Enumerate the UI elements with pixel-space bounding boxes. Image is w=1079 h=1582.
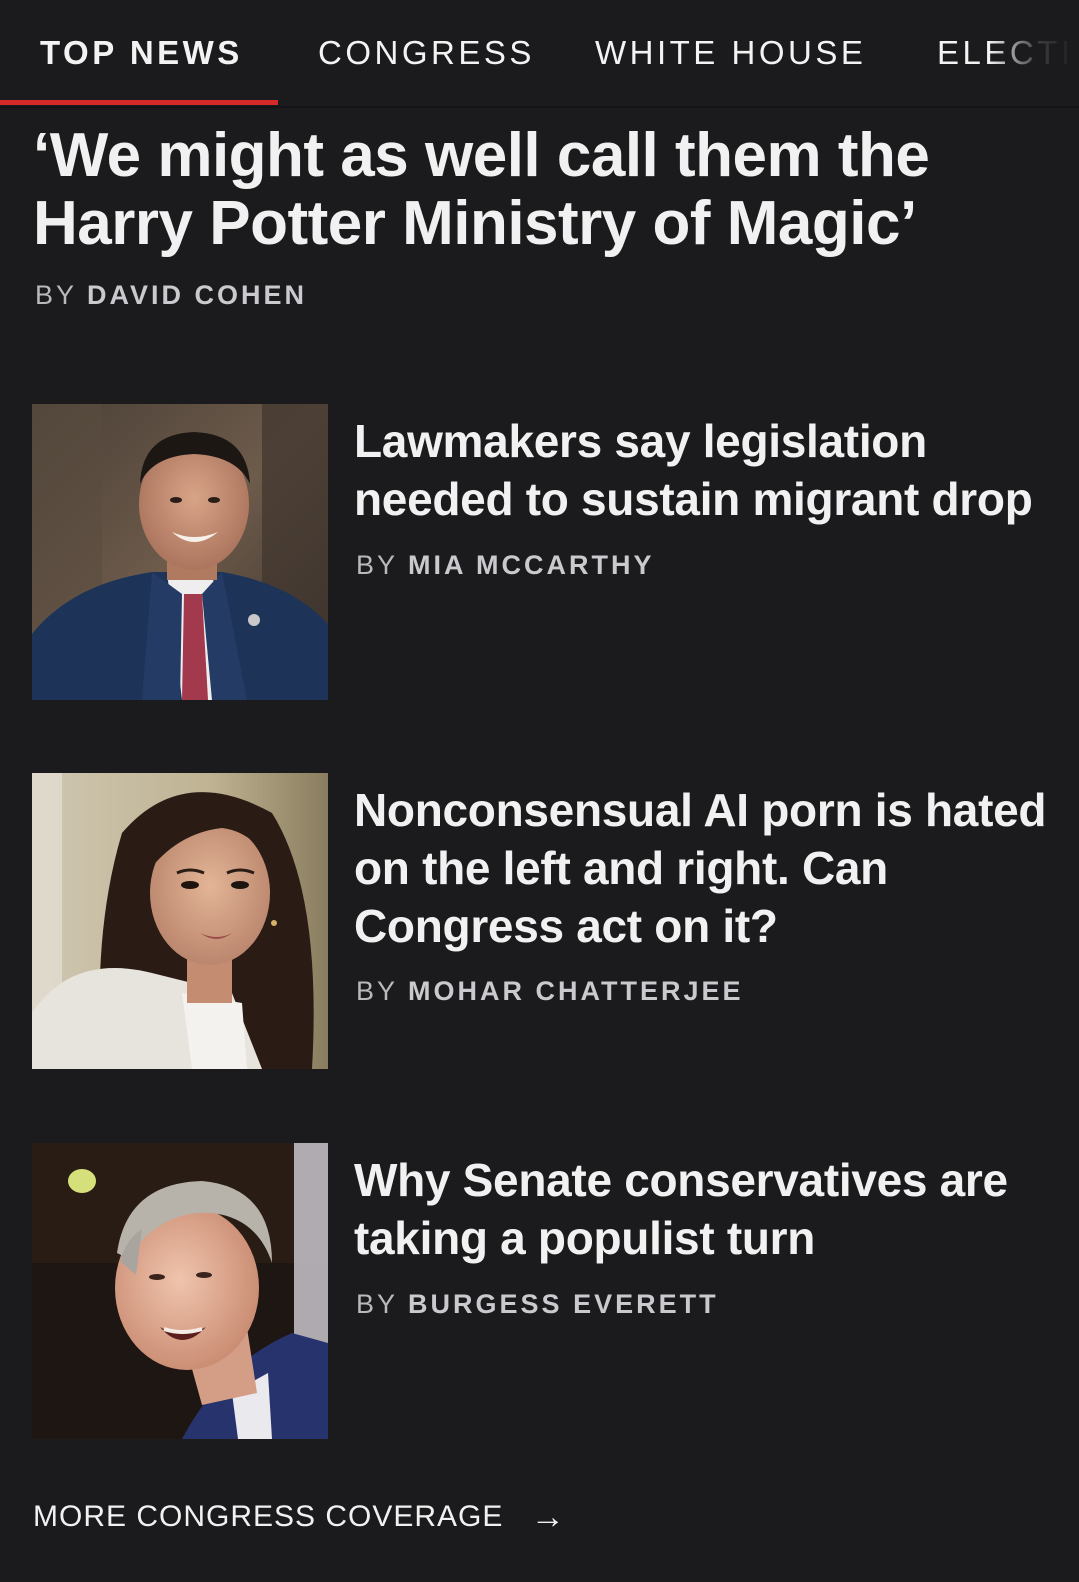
more-congress-coverage-link[interactable]: MORE CONGRESS COVERAGE → xyxy=(33,1498,566,1537)
story-thumbnail[interactable] xyxy=(32,1143,328,1439)
more-link-label: MORE CONGRESS COVERAGE xyxy=(33,1500,504,1533)
story-headline[interactable]: Nonconsensual AI porn is hated on the le… xyxy=(354,781,1054,955)
lead-headline-line1: ‘We might as well call them the xyxy=(33,121,930,190)
story-headline[interactable]: Lawmakers say legislation needed to sust… xyxy=(354,412,1054,528)
story-byline: BY MOHAR CHATTERJEE xyxy=(356,976,744,1007)
man-in-suit-photo xyxy=(32,404,328,700)
story-byline: BY MIA MCCARTHY xyxy=(356,550,655,581)
byline-prefix: BY xyxy=(356,550,398,580)
story-item: Nonconsensual AI porn is hated on the le… xyxy=(32,773,1052,1069)
lead-story-byline: BY DAVID COHEN xyxy=(35,280,307,311)
section-tab-bar: TOP NEWS CONGRESS WHITE HOUSE ELECTI xyxy=(0,0,1079,108)
byline-author[interactable]: MOHAR CHATTERJEE xyxy=(408,976,744,1006)
byline-prefix: BY xyxy=(35,280,77,310)
woman-portrait-photo xyxy=(32,773,328,1069)
active-tab-indicator xyxy=(0,100,278,105)
tab-congress[interactable]: CONGRESS xyxy=(318,34,535,72)
byline-author[interactable]: MIA MCCARTHY xyxy=(408,550,654,580)
news-page: TOP NEWS CONGRESS WHITE HOUSE ELECTI ‘We… xyxy=(0,0,1079,1582)
tab-elections[interactable]: ELECTI xyxy=(937,34,1074,72)
byline-author[interactable]: BURGESS EVERETT xyxy=(408,1289,719,1319)
story-thumbnail[interactable] xyxy=(32,773,328,1069)
story-byline: BY BURGESS EVERETT xyxy=(356,1289,719,1320)
byline-prefix: BY xyxy=(356,976,398,1006)
tab-white-house[interactable]: WHITE HOUSE xyxy=(595,34,866,72)
lead-headline-line2: Harry Potter Ministry of Magic’ xyxy=(33,189,917,258)
byline-author[interactable]: DAVID COHEN xyxy=(87,280,307,310)
senator-speaking-photo xyxy=(32,1143,328,1439)
lead-story-headline[interactable]: ‘We might as well call them the Harry Po… xyxy=(33,122,1043,258)
arrow-right-icon: → xyxy=(530,1498,566,1536)
story-headline[interactable]: Why Senate conservatives are taking a po… xyxy=(354,1151,1054,1267)
byline-prefix: BY xyxy=(356,1289,398,1319)
story-item: Lawmakers say legislation needed to sust… xyxy=(32,404,1052,700)
story-item: Why Senate conservatives are taking a po… xyxy=(32,1143,1052,1439)
story-thumbnail[interactable] xyxy=(32,404,328,700)
tab-top-news[interactable]: TOP NEWS xyxy=(40,34,243,72)
